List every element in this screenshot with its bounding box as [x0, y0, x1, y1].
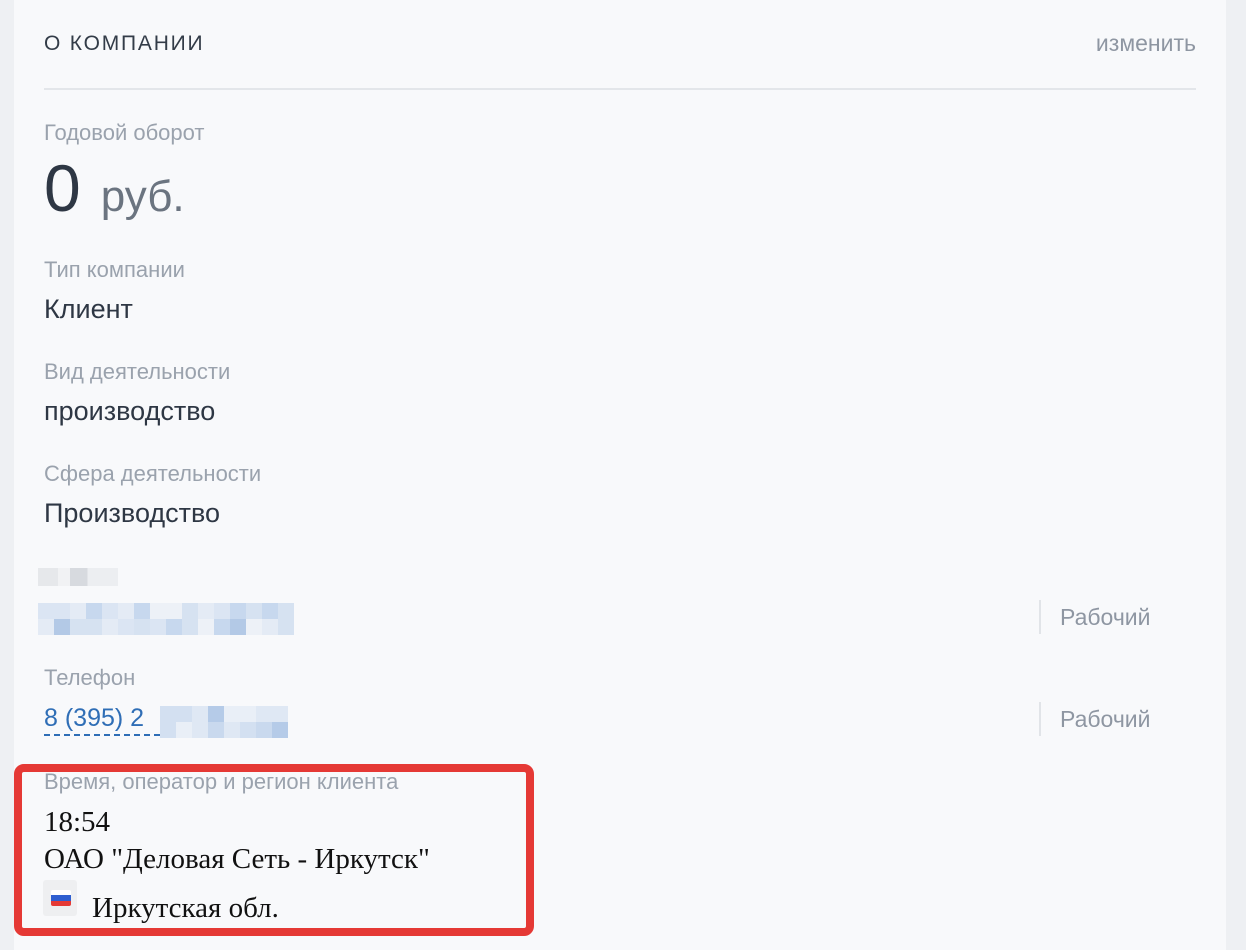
redaction-pixel [230, 603, 246, 619]
activity-kind-value: производство [44, 396, 216, 426]
redaction-pixel [278, 619, 294, 635]
activity-kind-label: Вид деятельности [44, 359, 231, 384]
client-info-label: Время, оператор и регион клиента [44, 769, 399, 794]
redaction-pixel [176, 722, 192, 738]
phone-type-tag[interactable]: Рабочий [1060, 706, 1151, 733]
redaction-pixel [262, 619, 278, 635]
edit-link[interactable]: изменить [1096, 30, 1196, 57]
redaction-pixel [54, 619, 70, 635]
redaction-pixel [102, 619, 118, 635]
revenue-amount: 0 [44, 151, 81, 225]
redaction-pixel [240, 722, 256, 738]
redaction-pixel [54, 603, 70, 619]
redaction-pixel [198, 619, 214, 635]
phone-number-visible: 8 (395) 2 [44, 704, 145, 732]
section-title: О КОМПАНИИ [44, 32, 205, 55]
redaction-pixel [208, 722, 224, 738]
revenue-value: 0 руб. [44, 150, 185, 226]
redaction-pixel [182, 603, 198, 619]
redaction-pixel [214, 619, 230, 635]
email-tag-separator [1039, 600, 1041, 634]
activity-sphere-value: Производство [44, 498, 221, 528]
redaction-pixel [230, 619, 246, 635]
phone-label: Телефон [44, 665, 136, 690]
redaction-pixel [214, 603, 230, 619]
redaction-pixel [272, 706, 288, 722]
redaction-pixel [134, 603, 150, 619]
activity-sphere-label: Сфера деятельности [44, 461, 262, 486]
redaction-pixel [118, 603, 134, 619]
redaction-pixel [160, 722, 176, 738]
redaction-pixel [246, 603, 262, 619]
russia-flag-icon [51, 890, 71, 906]
redaction-pixel [246, 619, 262, 635]
company-type-label: Тип компании [44, 257, 185, 282]
redaction-pixel [262, 603, 278, 619]
redaction-pixel [182, 619, 198, 635]
section-header: О КОМПАНИИ изменить [44, 30, 1196, 60]
phone-tag-separator [1039, 702, 1041, 736]
redaction-pixel [224, 706, 240, 722]
flag-stripe-red [51, 900, 71, 906]
redaction-pixel [256, 706, 272, 722]
redaction-pixel [70, 619, 86, 635]
redaction-pixel [134, 619, 150, 635]
region-flag-icon [43, 880, 77, 916]
client-operator: ОАО "Деловая Сеть - Иркутск" [44, 843, 430, 875]
redaction-pixel [38, 603, 54, 619]
redaction-pixel [192, 706, 208, 722]
company-type-value: Клиент [44, 294, 133, 324]
redaction-pixel [166, 603, 182, 619]
company-info-panel: О КОМПАНИИ изменить Годовой оборот 0 руб.… [14, 0, 1226, 950]
redaction-pixel [240, 706, 256, 722]
redaction-pixel [192, 722, 208, 738]
redaction-pixel [272, 722, 288, 738]
redaction-pixel [166, 619, 182, 635]
header-divider [44, 88, 1196, 90]
email-type-tag[interactable]: Рабочий [1060, 604, 1151, 631]
redaction-pixel [86, 619, 102, 635]
redaction-pixel [70, 603, 86, 619]
client-time: 18:54 [44, 806, 111, 838]
redaction-pixel [150, 603, 166, 619]
redaction-pixel [150, 619, 166, 635]
redaction-pixel [208, 706, 224, 722]
redaction-pixel [278, 603, 294, 619]
redaction-pixel [198, 603, 214, 619]
redaction-pixel [118, 619, 134, 635]
revenue-currency: руб. [100, 172, 185, 221]
revenue-label: Годовой оборот [44, 120, 205, 145]
email-label-redacted [38, 568, 118, 586]
redaction-pixel [224, 722, 240, 738]
phone-number-redacted [160, 706, 290, 738]
redaction-pixel [86, 603, 102, 619]
client-region: Иркутская обл. [92, 892, 279, 924]
redaction-pixel [176, 706, 192, 722]
redaction-pixel [38, 619, 54, 635]
redaction-pixel [102, 603, 118, 619]
redaction-pixel [160, 706, 176, 722]
redaction-pixel [256, 722, 272, 738]
email-value-redacted[interactable] [38, 603, 294, 635]
